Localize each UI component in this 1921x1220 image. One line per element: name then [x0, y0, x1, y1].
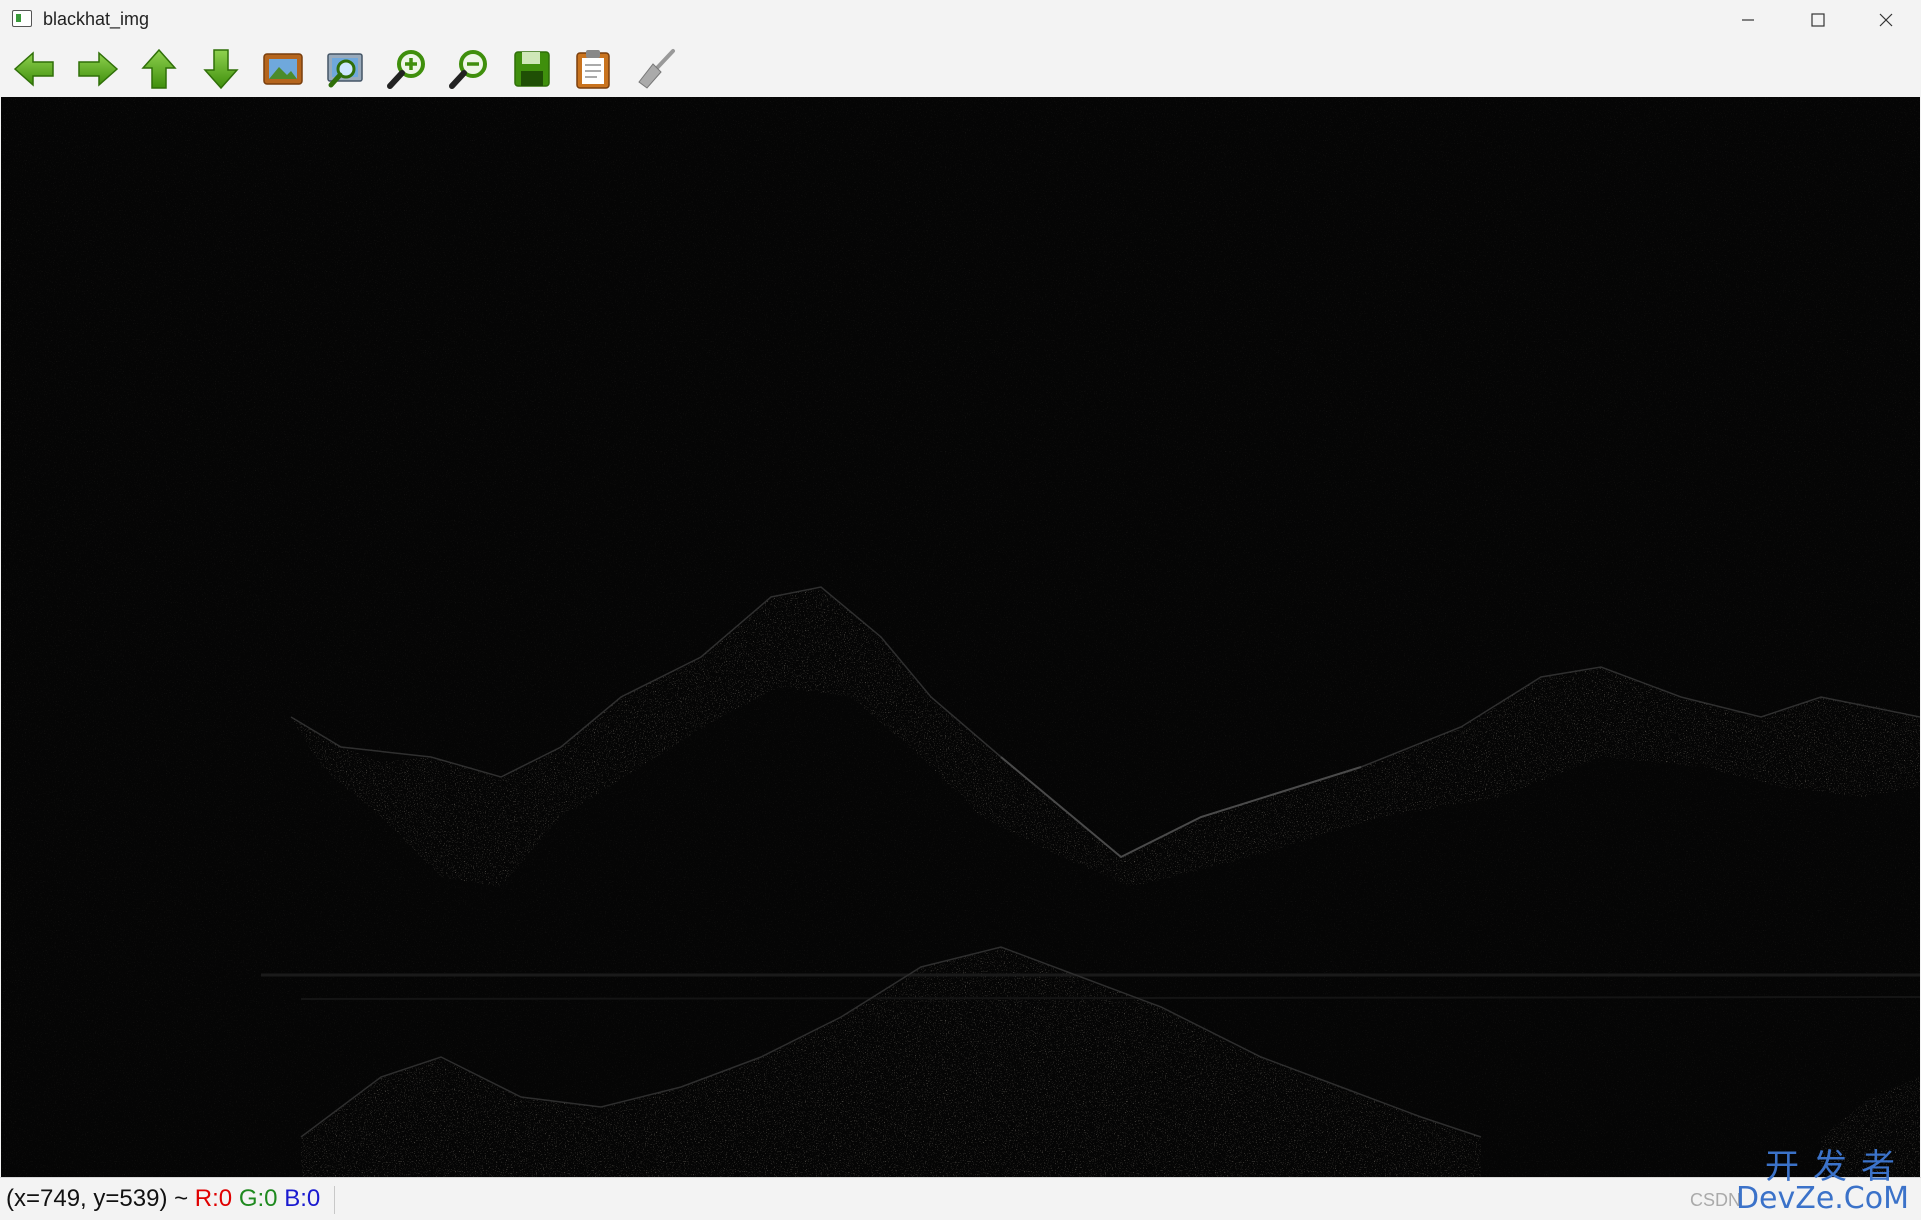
green-value: G:0: [238, 1185, 278, 1212]
red-value: R:0: [194, 1185, 233, 1212]
minimize-icon: [1742, 19, 1754, 21]
pan-up-button[interactable]: [134, 40, 196, 97]
maximize-button[interactable]: [1783, 0, 1853, 40]
watermark-bottom: DevZe.CoM: [1735, 1181, 1909, 1216]
minimize-button[interactable]: [1713, 0, 1783, 40]
arrow-up-icon: [141, 48, 177, 89]
copy-clipboard-button[interactable]: [568, 40, 630, 97]
blue-value: B:0: [284, 1185, 321, 1212]
window-title: blackhat_img: [43, 9, 150, 29]
pan-down-button[interactable]: [196, 40, 258, 97]
clipboard-icon: [576, 49, 610, 89]
image-canvas[interactable]: [1, 97, 1920, 1177]
status-divider: [334, 1186, 335, 1214]
blackhat-image: [1, 97, 1920, 1177]
pixel-readout: (x=749, y=539) ~ R:0 G:0 B:0: [6, 1178, 320, 1220]
title-bar: blackhat_img: [0, 0, 1921, 40]
zoom-out-button[interactable]: [444, 40, 506, 97]
arrow-right-icon: [78, 50, 119, 87]
properties-button[interactable]: [630, 40, 692, 97]
picture-icon: [263, 52, 303, 85]
status-bar: (x=749, y=539) ~ R:0 G:0 B:0: [0, 1177, 1921, 1220]
close-icon: [1879, 13, 1893, 27]
close-button[interactable]: [1851, 0, 1921, 40]
zoom-in-button[interactable]: [382, 40, 444, 97]
picture-magnifier-icon: [327, 52, 363, 87]
maximize-icon: [1811, 13, 1825, 27]
zoom-in-icon: [387, 49, 425, 89]
watermark-top: 开发者: [1765, 1147, 1909, 1187]
pan-right-button[interactable]: [72, 40, 134, 97]
brush-icon: [638, 48, 675, 89]
toolbar: [0, 40, 1921, 97]
app-icon: [12, 10, 32, 27]
watermark-csdn: CSDN: [1689, 1190, 1741, 1210]
arrow-left-icon: [13, 50, 54, 87]
watermark: 开发者 DevZe.CoM: [1736, 1150, 1909, 1214]
zoom-out-icon: [449, 49, 487, 89]
zoom-original-button[interactable]: [258, 40, 320, 97]
cursor-coords: (x=749, y=539) ~: [6, 1185, 189, 1212]
zoom-fit-button[interactable]: [320, 40, 382, 97]
save-icon: [514, 50, 550, 87]
pan-left-button[interactable]: [10, 40, 72, 97]
save-button[interactable]: [506, 40, 568, 97]
arrow-down-icon: [203, 48, 239, 89]
